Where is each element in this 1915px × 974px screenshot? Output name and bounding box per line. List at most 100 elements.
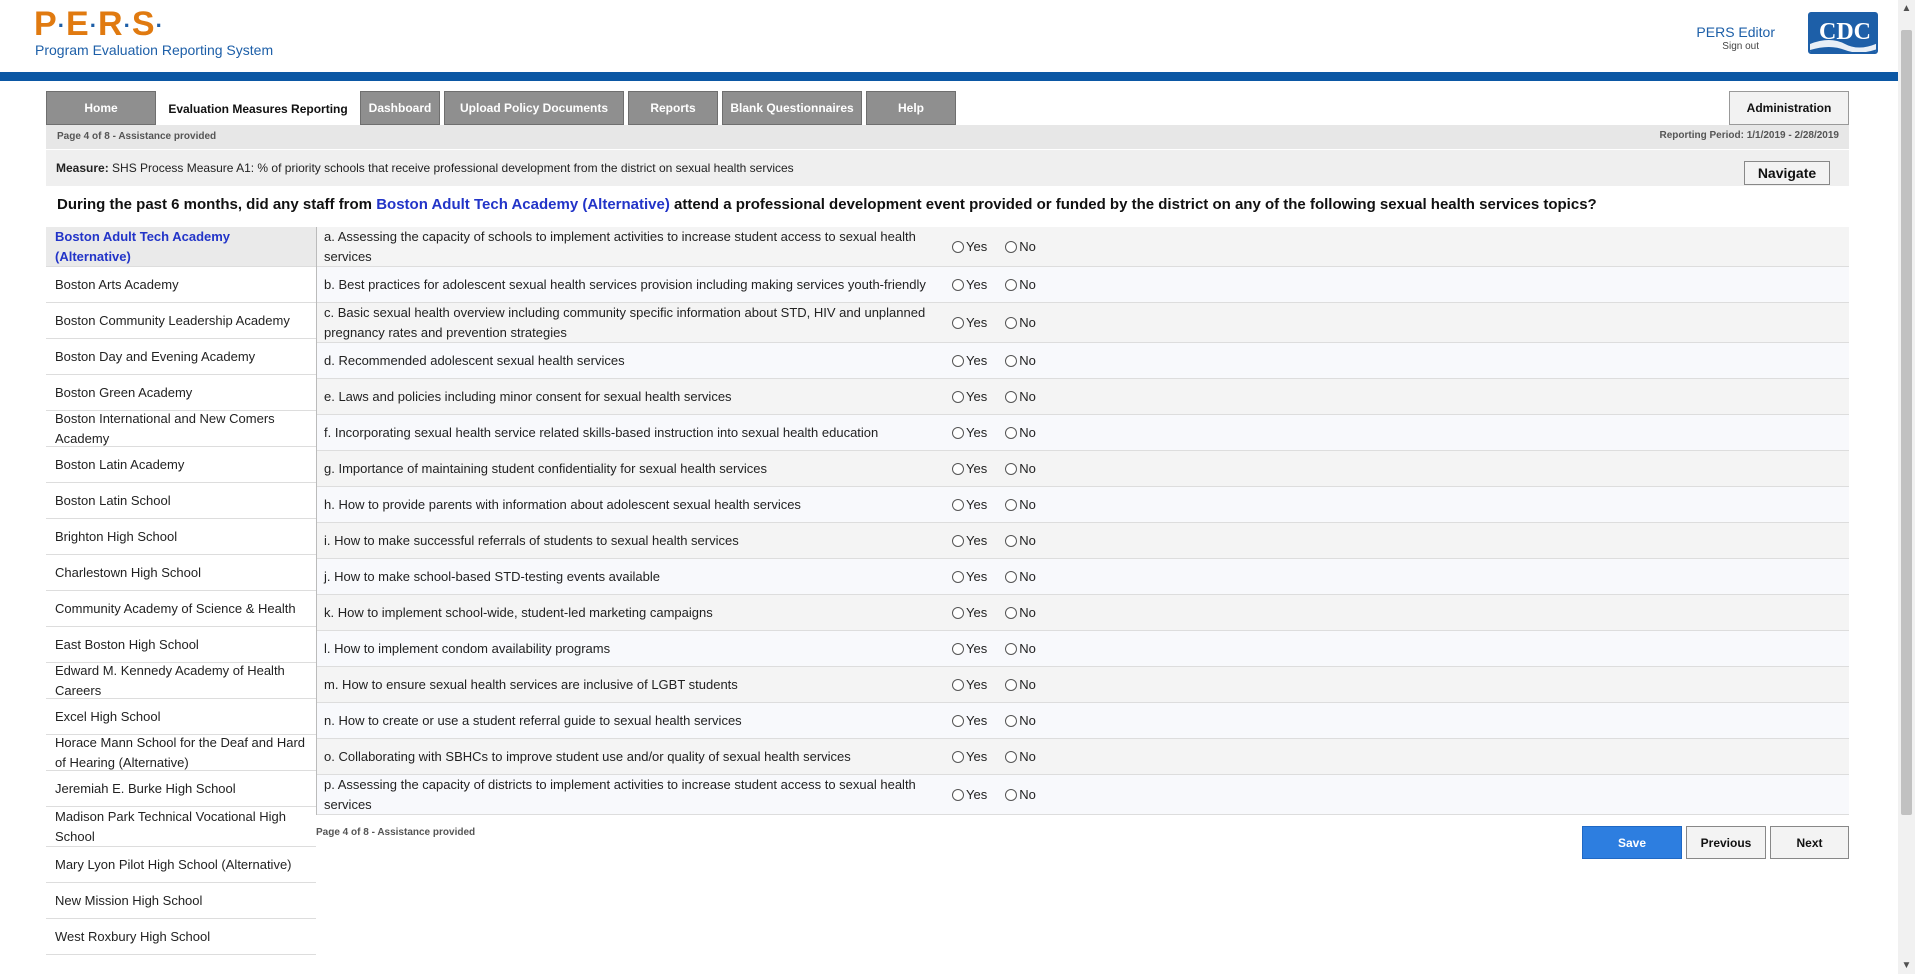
school-list-item[interactable]: East Boston High School (46, 627, 316, 663)
no-option[interactable]: No (1005, 277, 1036, 292)
school-list-item[interactable]: Horace Mann School for the Deaf and Hard… (46, 735, 316, 771)
tab-upload-policy-documents[interactable]: Upload Policy Documents (444, 91, 624, 125)
school-list-item[interactable]: Brighton High School (46, 519, 316, 555)
next-button[interactable]: Next (1770, 826, 1849, 859)
no-option[interactable]: No (1005, 787, 1036, 802)
yes-option[interactable]: Yes (952, 315, 987, 330)
no-radio-button[interactable] (1005, 788, 1018, 801)
yes-option[interactable]: Yes (952, 461, 987, 476)
sign-out-link[interactable]: Sign out (1722, 41, 1759, 52)
no-radio-button[interactable] (1005, 316, 1018, 329)
no-option[interactable]: No (1005, 461, 1036, 476)
no-option[interactable]: No (1005, 389, 1036, 404)
school-list-item[interactable]: Boston Latin Academy (46, 447, 316, 483)
no-radio-button[interactable] (1005, 498, 1018, 511)
tab-blank-questionnaires[interactable]: Blank Questionnaires (722, 91, 862, 125)
navigate-button[interactable]: Navigate (1744, 161, 1830, 185)
school-list-item[interactable]: Boston Community Leadership Academy (46, 303, 316, 339)
school-list-item[interactable]: Boston Adult Tech Academy (Alternative) (46, 227, 316, 267)
yes-radio-button[interactable] (952, 534, 964, 547)
scroll-up-arrow-icon[interactable]: ▲ (1898, 0, 1915, 17)
school-list-item[interactable]: West Roxbury High School (46, 919, 316, 955)
yes-option[interactable]: Yes (952, 497, 987, 512)
school-list-item[interactable]: Boston Green Academy (46, 375, 316, 411)
no-option[interactable]: No (1005, 677, 1036, 692)
yes-option[interactable]: Yes (952, 425, 987, 440)
yes-radio-button[interactable] (952, 462, 964, 475)
yes-radio-button[interactable] (952, 714, 964, 727)
no-radio-button[interactable] (1005, 278, 1018, 291)
yes-radio-button[interactable] (952, 240, 964, 253)
school-list-item[interactable]: Community Academy of Science & Health (46, 591, 316, 627)
school-list-item[interactable]: Edward M. Kennedy Academy of Health Care… (46, 663, 316, 699)
vertical-scrollbar[interactable]: ▲ ▼ (1898, 0, 1915, 974)
yes-radio-button[interactable] (952, 390, 964, 403)
no-radio-button[interactable] (1005, 678, 1018, 691)
no-option[interactable]: No (1005, 569, 1036, 584)
yes-option[interactable]: Yes (952, 713, 987, 728)
no-option[interactable]: No (1005, 425, 1036, 440)
school-list-item[interactable]: Boston International and New Comers Acad… (46, 411, 316, 447)
yes-option[interactable]: Yes (952, 389, 987, 404)
tab-reports[interactable]: Reports (628, 91, 718, 125)
no-radio-button[interactable] (1005, 426, 1018, 439)
school-list-item[interactable]: Madison Park Technical Vocational High S… (46, 807, 316, 847)
yes-option[interactable]: Yes (952, 677, 987, 692)
no-option[interactable]: No (1005, 749, 1036, 764)
yes-option[interactable]: Yes (952, 533, 987, 548)
yes-radio-button[interactable] (952, 788, 964, 801)
tab-help[interactable]: Help (866, 91, 956, 125)
yes-radio-button[interactable] (952, 426, 964, 439)
yes-radio-button[interactable] (952, 642, 964, 655)
scroll-down-arrow-icon[interactable]: ▼ (1898, 957, 1915, 974)
no-radio-button[interactable] (1005, 642, 1018, 655)
scroll-thumb[interactable] (1901, 30, 1912, 815)
yes-option[interactable]: Yes (952, 641, 987, 656)
school-list-item[interactable]: Jeremiah E. Burke High School (46, 771, 316, 807)
previous-button[interactable]: Previous (1686, 826, 1766, 859)
yes-radio-button[interactable] (952, 750, 964, 763)
school-list-item[interactable]: Charlestown High School (46, 555, 316, 591)
no-option[interactable]: No (1005, 533, 1036, 548)
yes-option[interactable]: Yes (952, 353, 987, 368)
yes-radio-button[interactable] (952, 278, 964, 291)
save-button[interactable]: Save (1582, 826, 1682, 859)
no-option[interactable]: No (1005, 497, 1036, 512)
no-option[interactable]: No (1005, 239, 1036, 254)
school-list-item[interactable]: Boston Arts Academy (46, 267, 316, 303)
yes-option[interactable]: Yes (952, 749, 987, 764)
no-radio-button[interactable] (1005, 354, 1018, 367)
yes-option[interactable]: Yes (952, 605, 987, 620)
tab-dashboard[interactable]: Dashboard (360, 91, 440, 125)
administration-button[interactable]: Administration (1729, 91, 1849, 125)
pers-logo[interactable]: P·E·R·S· (34, 6, 164, 44)
school-list-item[interactable]: Excel High School (46, 699, 316, 735)
no-radio-button[interactable] (1005, 570, 1018, 583)
yes-radio-button[interactable] (952, 570, 964, 583)
yes-radio-button[interactable] (952, 678, 964, 691)
no-option[interactable]: No (1005, 641, 1036, 656)
no-option[interactable]: No (1005, 315, 1036, 330)
school-list-item[interactable]: Mary Lyon Pilot High School (Alternative… (46, 847, 316, 883)
no-radio-button[interactable] (1005, 606, 1018, 619)
no-radio-button[interactable] (1005, 390, 1018, 403)
yes-radio-button[interactable] (952, 354, 964, 367)
no-radio-button[interactable] (1005, 750, 1018, 763)
yes-option[interactable]: Yes (952, 569, 987, 584)
school-list-item[interactable]: New Mission High School (46, 883, 316, 919)
yes-radio-button[interactable] (952, 606, 964, 619)
tab-home[interactable]: Home (46, 91, 156, 125)
school-list-item[interactable]: Boston Latin School (46, 483, 316, 519)
yes-option[interactable]: Yes (952, 277, 987, 292)
no-radio-button[interactable] (1005, 534, 1018, 547)
no-option[interactable]: No (1005, 353, 1036, 368)
yes-option[interactable]: Yes (952, 787, 987, 802)
tab-evaluation-measures-reporting[interactable]: Evaluation Measures Reporting (160, 91, 356, 126)
yes-radio-button[interactable] (952, 498, 964, 511)
no-radio-button[interactable] (1005, 240, 1018, 253)
no-radio-button[interactable] (1005, 462, 1018, 475)
school-list-item[interactable]: Boston Day and Evening Academy (46, 339, 316, 375)
yes-radio-button[interactable] (952, 316, 964, 329)
no-radio-button[interactable] (1005, 714, 1018, 727)
no-option[interactable]: No (1005, 605, 1036, 620)
